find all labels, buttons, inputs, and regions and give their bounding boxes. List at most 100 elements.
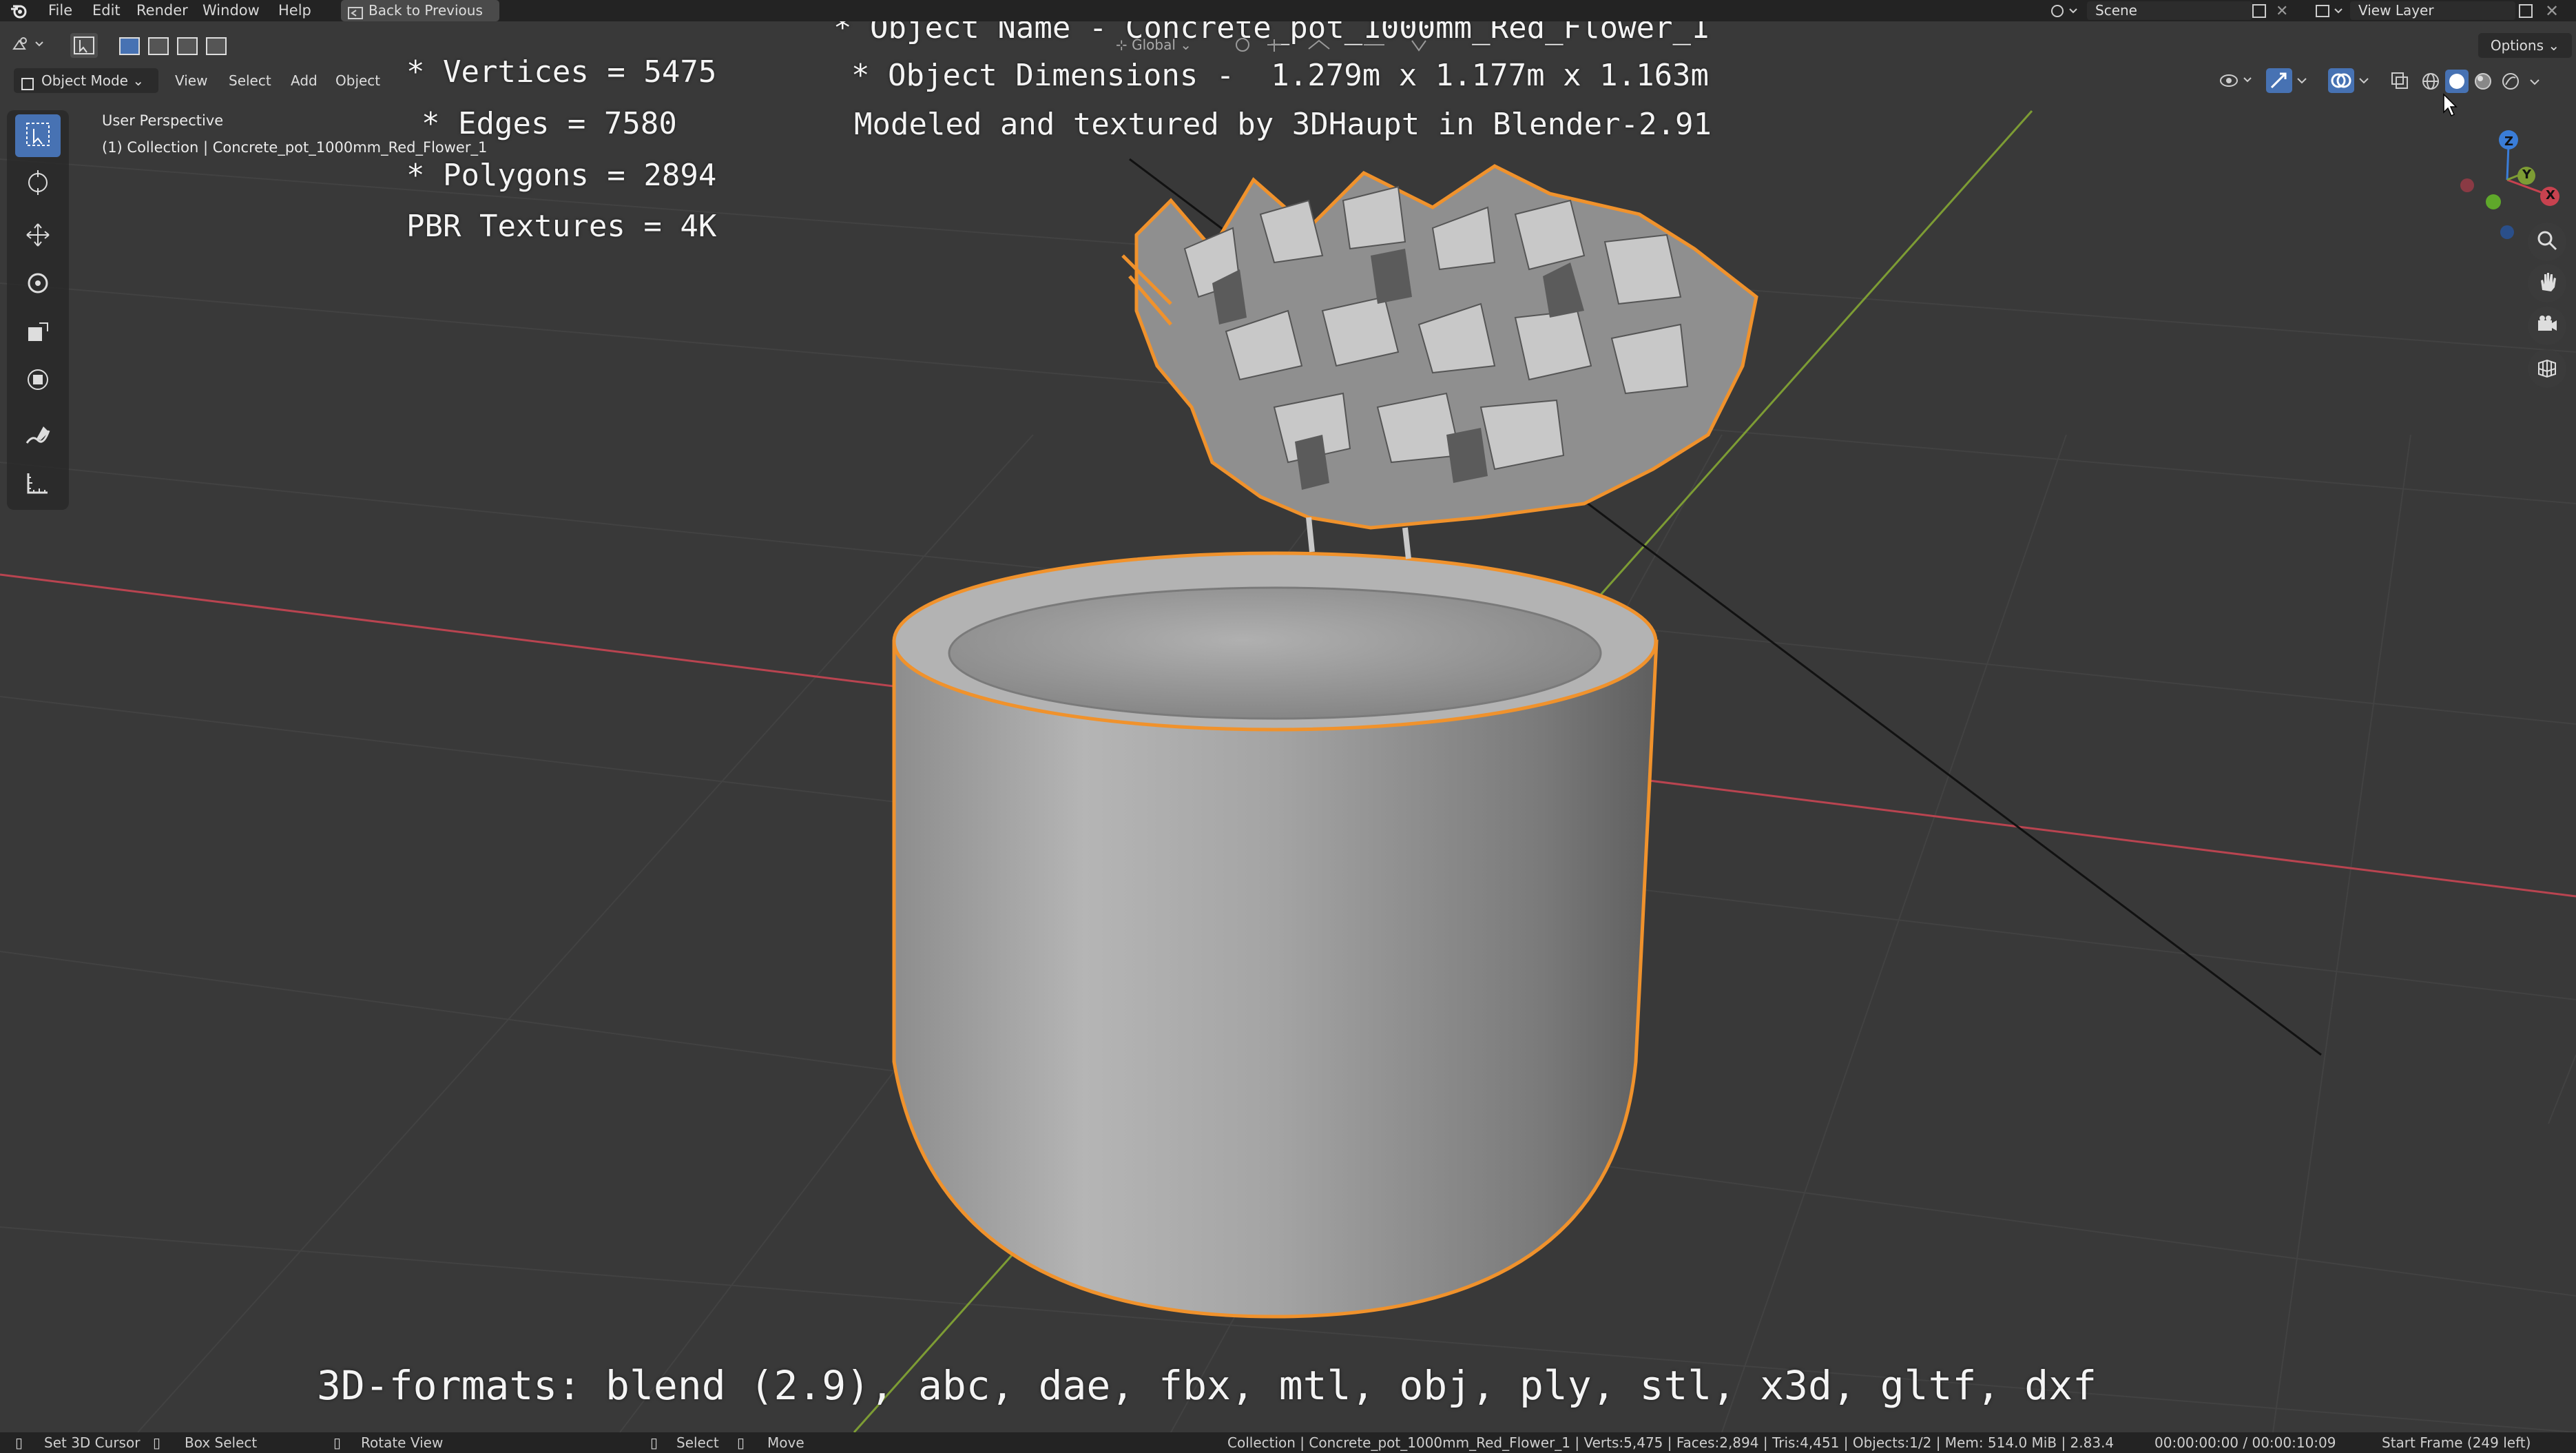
gizmo-dropdown-icon[interactable] [2295,74,2309,90]
object-mode-label: Object Mode [41,72,128,89]
zoom-icon [2536,229,2558,254]
mouse-middle-icon: ▯ [333,1434,342,1451]
pan-view-button[interactable] [2528,264,2566,302]
menu-add[interactable]: Add [291,68,318,93]
viewport-scene [0,110,2576,1432]
mouse-left-icon: ▯ [15,1434,23,1451]
orientation-icon: ⊹ [1116,37,1132,53]
navigation-gizmo[interactable] [2452,104,2569,242]
object-mode-select[interactable]: Object Mode ⌄ [14,68,158,93]
menu-edit[interactable]: Edit [92,0,121,21]
menu-render[interactable]: Render [136,0,188,21]
concrete-pot-model[interactable] [892,551,1659,1319]
visibility-icon[interactable] [2218,70,2259,94]
orthographic-toggle-button[interactable] [2528,349,2566,388]
hand-icon [2536,271,2558,296]
3d-viewport[interactable]: User Perspective (1) Collection | Concre… [0,21,2576,1432]
scene-icon[interactable] [2049,3,2079,22]
transform-orientation-select[interactable]: ⊹ Global ⌄ [1116,37,1192,53]
mouse-drag-icon: ▯ [153,1434,161,1451]
transform-tool[interactable] [15,360,61,402]
viewport-header: ⊹ Global ⌄ Options ⌄ Object Mode ⌄ View … [0,21,2576,97]
polygons-overlay: * Polygons = 2894 [406,158,717,193]
view-layer-field[interactable]: View Layer [2350,1,2515,20]
object-mode-icon [21,74,34,99]
gizmo-toggle-icon[interactable] [2266,68,2292,93]
active-collection-label: (1) Collection | Concrete_pot_1000mm_Red… [102,139,488,156]
formats-overlay: 3D-formats: blend (2.9), abc, dae, fbx, … [317,1362,2097,1409]
rotate-icon [24,269,52,300]
view-perspective-label: User Perspective [102,112,224,129]
scene-name: Scene [2095,2,2137,19]
gizmo-neg-x-icon[interactable] [2460,178,2474,192]
options-label: Options [2490,37,2544,54]
close-scene-icon[interactable]: ✕ [2276,3,2288,20]
gizmo-y-label: Y [2522,167,2532,182]
select-box-tool[interactable] [15,114,61,157]
overlays-toggle-icon[interactable] [2328,68,2354,93]
gizmo-x-label: X [2546,188,2555,203]
close-view-layer-icon[interactable]: ✕ [2545,1,2559,21]
move-tool[interactable] [15,215,61,258]
transform-icon [24,366,52,396]
status-rotate-view: Rotate View [361,1434,444,1451]
mouse-move-icon: ▯ [737,1434,745,1451]
cursor-tool[interactable] [15,163,61,205]
status-frame: Start Frame (249 left) [2382,1434,2531,1451]
select-box-icon [24,121,52,151]
xray-toggle-icon[interactable] [2390,71,2411,93]
scene-field[interactable]: Scene [2087,1,2252,20]
zoom-view-button[interactable] [2528,223,2566,261]
grid-icon [2536,356,2558,381]
gizmo-neg-z-icon[interactable] [2500,225,2514,239]
edges-overlay: * Edges = 7580 [422,106,677,141]
menu-select[interactable]: Select [229,68,271,93]
new-view-layer-icon[interactable] [2517,3,2535,22]
status-bar: ▯ Set 3D Cursor ▯ Box Select ▯ Rotate Vi… [0,1432,2576,1453]
status-time: 00:00:00:00 / 00:00:10:09 [2154,1434,2336,1451]
measure-icon [24,469,52,499]
select-tool-icon[interactable] [70,33,98,58]
view-layer-icon[interactable] [2314,3,2345,22]
textures-overlay: PBR Textures = 4K [406,209,717,244]
mouse-right-icon: ▯ [650,1434,658,1451]
blender-logo-icon[interactable] [10,3,28,22]
tool-shelf [7,110,69,510]
menu-window[interactable]: Window [202,0,260,21]
scale-tool[interactable] [15,311,61,354]
rotate-tool[interactable] [15,263,61,306]
scale-icon [24,318,52,348]
view-layer-name: View Layer [2358,2,2434,19]
annotate-tool[interactable] [15,416,61,459]
overlays-dropdown-icon[interactable] [2357,74,2371,90]
menu-file[interactable]: File [48,0,72,21]
back-to-previous-label: Back to Previous [368,2,483,19]
credit-overlay: Modeled and textured by 3DHaupt in Blend… [854,107,1712,142]
camera-view-button[interactable] [2528,307,2566,345]
back-to-previous-button[interactable]: Back to Previous [341,0,499,21]
status-move: Move [767,1434,804,1451]
material-shading-icon[interactable] [2473,71,2493,94]
editor-type-icon[interactable] [12,34,50,57]
selection-mode-icons[interactable] [117,34,248,60]
gizmo-z-label: Z [2504,134,2514,149]
status-box-select: Box Select [185,1434,258,1451]
solid-shading-icon[interactable] [2445,70,2469,93]
measure-tool[interactable] [15,463,61,506]
status-select: Select [676,1434,719,1451]
menu-object[interactable]: Object [335,68,380,93]
cursor-icon [24,169,52,199]
wireframe-shading-icon[interactable] [2420,71,2441,94]
camera-icon [2536,313,2558,338]
new-scene-icon[interactable] [2251,3,2269,22]
menu-help[interactable]: Help [278,0,311,21]
status-set-cursor: Set 3D Cursor [44,1434,141,1451]
rendered-shading-icon[interactable] [2500,71,2521,94]
shading-dropdown-icon[interactable] [2528,75,2542,92]
options-dropdown[interactable]: Options ⌄ [2478,33,2572,58]
menu-view[interactable]: View [175,68,207,93]
pivot-snap-icons[interactable] [1233,35,1440,59]
status-scene-stats: Collection | Concrete_pot_1000mm_Red_Flo… [1227,1434,2115,1451]
move-icon [24,221,52,251]
gizmo-neg-y-icon[interactable] [2486,194,2501,209]
